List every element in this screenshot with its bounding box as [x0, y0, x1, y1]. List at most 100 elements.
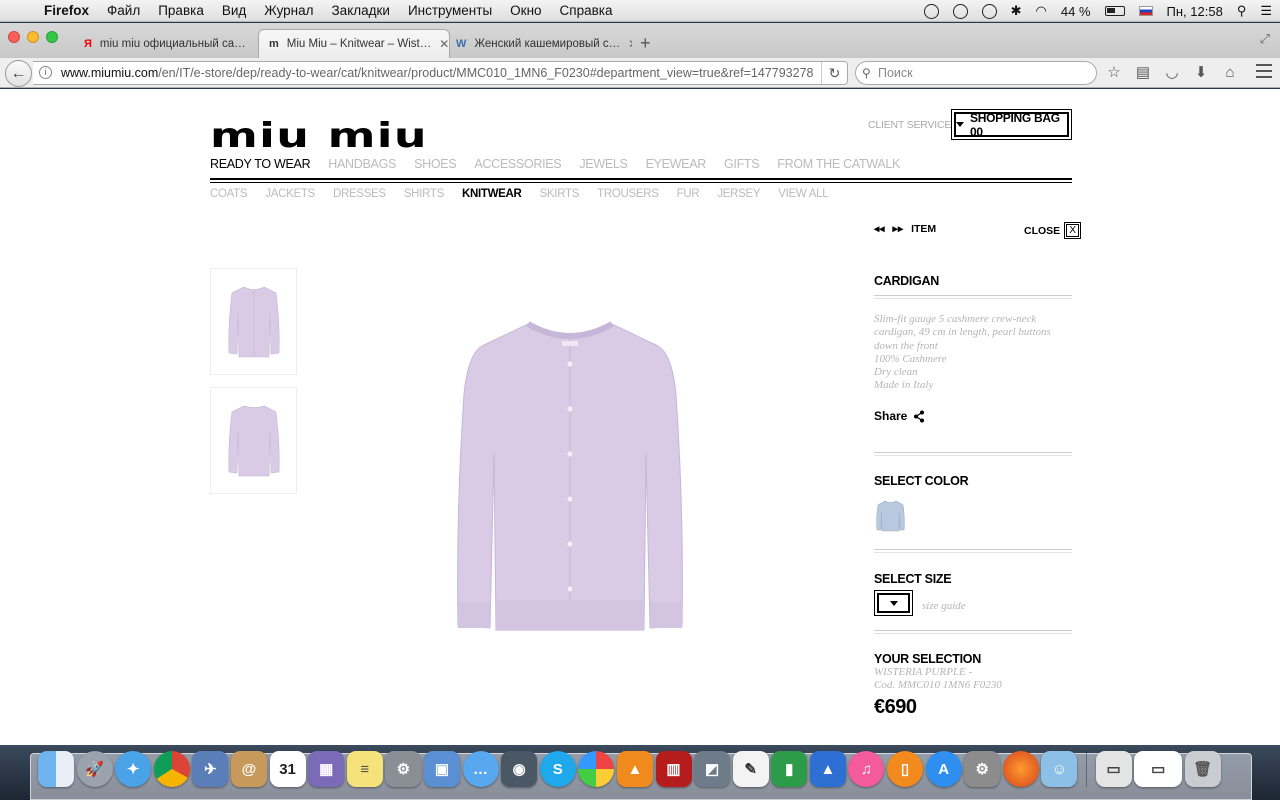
nav-accessories[interactable]: ACCESSORIES [474, 157, 561, 171]
trash-icon[interactable]: 🗑 [1184, 751, 1221, 787]
battery-icon[interactable] [1104, 6, 1125, 16]
battery-percent[interactable]: 44 % [1061, 4, 1091, 19]
downloads-icon[interactable]: ⬇ [1191, 63, 1211, 83]
menu-app-name[interactable]: Firefox [44, 3, 89, 18]
numbers-icon[interactable]: ▮ [771, 751, 808, 787]
menu-edit[interactable]: Правка [158, 3, 204, 18]
keynote-icon[interactable]: ▲ [809, 751, 846, 787]
check-icon[interactable] [952, 3, 968, 19]
miumiu-logo[interactable]: miu miu [210, 119, 428, 153]
menu-file[interactable]: Файл [107, 3, 140, 18]
next-item-icon[interactable]: ▸▸ [893, 223, 904, 235]
menu-window[interactable]: Окно [510, 3, 541, 18]
nav-shoes[interactable]: SHOES [414, 157, 457, 171]
reading-list-icon[interactable]: ▤ [1133, 63, 1153, 83]
contacts-icon[interactable]: @ [230, 751, 267, 787]
tab-close-icon[interactable]: ✕ [620, 37, 632, 51]
share-button[interactable]: Share [874, 409, 925, 423]
launchpad-icon[interactable]: 🚀 [76, 751, 113, 787]
itunes-icon[interactable]: ♫ [848, 751, 885, 787]
photo-booth-icon[interactable]: ▥ [655, 751, 692, 787]
user-icon[interactable]: ☺ [1041, 751, 1078, 787]
bluetooth-icon[interactable]: ✱ [1011, 3, 1022, 19]
menu-tools[interactable]: Инструменты [408, 3, 492, 18]
tab-cashmere[interactable]: W Женский кашемировый с… ✕ [446, 29, 632, 58]
iphoto-icon[interactable]: ▣ [423, 751, 460, 787]
menu-history[interactable]: Журнал [264, 3, 313, 18]
tab-yandex[interactable]: Я miu miu официальный са… ✕ [74, 29, 254, 58]
size-guide-link[interactable]: size guide [922, 600, 966, 612]
window-icon[interactable]: ▭ [1134, 751, 1183, 787]
thumbnail-back[interactable] [210, 387, 297, 494]
subnav-jersey[interactable]: JERSEY [717, 188, 760, 200]
russian-flag-icon[interactable] [1138, 6, 1153, 16]
document-icon[interactable]: ▭ [1095, 751, 1132, 787]
subnav-shirts[interactable]: SHIRTS [404, 188, 444, 200]
nav-from-the-catwalk[interactable]: FROM THE CATWALK [777, 157, 900, 171]
subnav-fur[interactable]: FUR [677, 188, 700, 200]
image-capture-icon[interactable]: ◩ [694, 751, 731, 787]
time-machine-icon[interactable] [981, 3, 997, 19]
messages-icon[interactable]: … [462, 751, 499, 787]
vlc-icon[interactable]: ▲ [616, 751, 653, 787]
subnav-view-all[interactable]: VIEW ALL [778, 188, 828, 200]
nav-jewels[interactable]: JEWELS [579, 157, 628, 171]
tab-close-icon[interactable]: ✕ [246, 37, 255, 51]
subnav-skirts[interactable]: SKIRTS [540, 188, 580, 200]
pinwheel-icon[interactable] [578, 751, 615, 787]
nav-eyewear[interactable]: EYEWEAR [646, 157, 707, 171]
wifi-icon[interactable]: ◠ [1036, 3, 1047, 19]
subnav-jackets[interactable]: JACKETS [265, 188, 315, 200]
textedit-icon[interactable]: ✎ [732, 751, 769, 787]
skype-icon[interactable]: S [539, 751, 576, 787]
reload-icon[interactable]: ↻ [821, 62, 847, 84]
camera-icon[interactable] [923, 3, 939, 19]
nav-gifts[interactable]: GIFTS [724, 157, 760, 171]
subnav-coats[interactable]: COATS [210, 188, 248, 200]
subnav-dresses[interactable]: DRESSES [333, 188, 386, 200]
menu-help[interactable]: Справка [560, 3, 613, 18]
subnav-knitwear[interactable]: KNITWEAR [462, 188, 522, 200]
search-input[interactable]: ⚲ Поиск [855, 61, 1097, 85]
notification-list-icon[interactable]: ☰ [1260, 3, 1272, 19]
menu-hamburger-icon[interactable] [1256, 64, 1272, 78]
url-bar[interactable]: i www.miumiu.com/en/IT/e-store/dep/ready… [33, 61, 848, 85]
window-close-button[interactable] [8, 31, 20, 43]
subnav-trousers[interactable]: TROUSERS [597, 188, 659, 200]
size-dropdown[interactable] [874, 590, 913, 616]
spotlight-search-icon[interactable]: ⚲ [1237, 3, 1247, 19]
facetime-icon[interactable]: ◉ [501, 751, 538, 787]
back-button[interactable]: ← [5, 60, 32, 87]
safari-icon[interactable]: ✦ [115, 751, 152, 787]
menu-bookmarks[interactable]: Закладки [332, 3, 390, 18]
nav-ready-to-wear[interactable]: READY TO WEAR [210, 157, 311, 171]
client-service-link[interactable]: CLIENT SERVICE [868, 119, 951, 131]
notes-icon[interactable]: ≡ [346, 751, 383, 787]
firefox-icon[interactable] [1002, 751, 1039, 787]
app-store-icon[interactable]: A [925, 751, 962, 787]
system-preferences-icon[interactable]: ⚙ [964, 751, 1001, 787]
bookmark-star-icon[interactable]: ☆ [1104, 63, 1124, 83]
pocket-icon[interactable]: ◡ [1162, 63, 1182, 83]
close-button[interactable]: CLOSE X [1024, 222, 1082, 239]
clock[interactable]: Пн, 12:58 [1167, 4, 1223, 19]
fullscreen-icon[interactable]: ⤢ [1260, 31, 1270, 47]
menu-view[interactable]: Вид [222, 3, 246, 18]
finder-icon[interactable] [38, 751, 74, 787]
tab-miumiu[interactable]: m Miu Miu – Knitwear – Wist… ✕ [258, 29, 450, 58]
new-tab-button[interactable]: + [640, 33, 651, 54]
shopping-bag-button[interactable]: SHOPPING BAG 00 [951, 109, 1072, 140]
close-icon[interactable]: X [1064, 222, 1082, 239]
tools-icon[interactable]: ⚙ [385, 751, 422, 787]
window-maximize-button[interactable] [46, 31, 58, 43]
site-info-icon[interactable]: i [39, 66, 52, 79]
color-swatch-wisteria[interactable] [874, 498, 907, 534]
ibooks-icon[interactable]: ▯ [887, 751, 924, 787]
thumbnail-front[interactable] [210, 268, 297, 375]
product-main-image[interactable] [440, 314, 700, 634]
calendar-icon[interactable]: 31 [269, 751, 306, 787]
home-icon[interactable]: ⌂ [1220, 63, 1240, 83]
chrome-icon[interactable] [153, 751, 190, 787]
window-minimize-button[interactable] [27, 31, 39, 43]
nav-handbags[interactable]: HANDBAGS [328, 157, 396, 171]
